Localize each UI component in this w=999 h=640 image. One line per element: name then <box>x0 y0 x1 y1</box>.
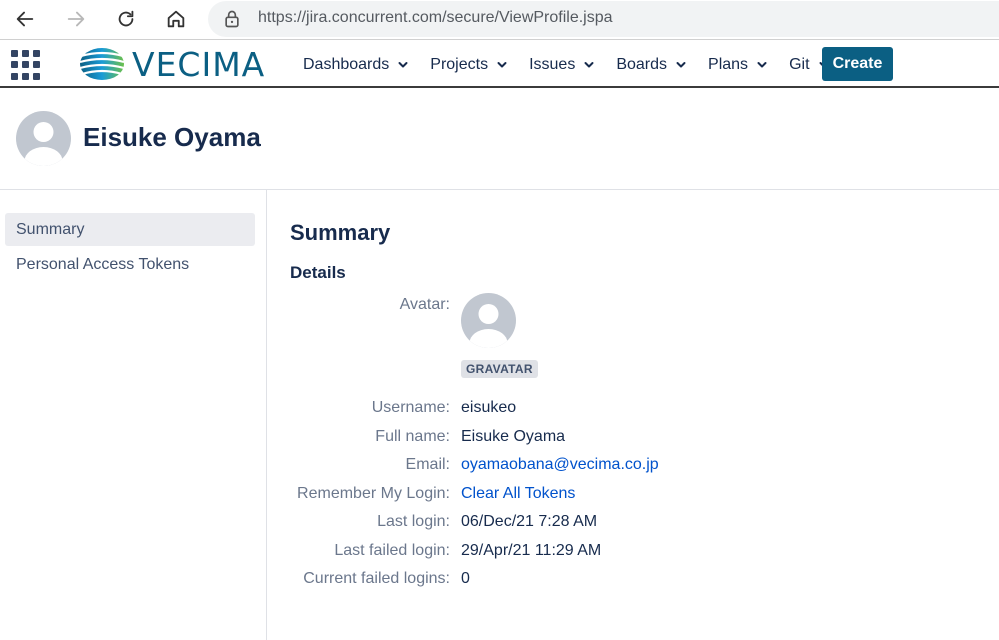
email-label: Email: <box>405 456 450 473</box>
nav-label: Issues <box>529 55 576 73</box>
sidebar-item-label: Summary <box>16 220 85 238</box>
arrow-right-icon <box>67 11 85 27</box>
last-failed-login-label: Last failed login: <box>334 542 450 559</box>
remember-login-label: Remember My Login: <box>297 485 450 502</box>
back-button[interactable] <box>9 4 41 34</box>
sidebar-item-label: Personal Access Tokens <box>16 255 190 273</box>
profile-sidebar: Summary Personal Access Tokens <box>0 190 267 640</box>
address-bar[interactable]: https://jira.concurrent.com/secure/ViewP… <box>208 1 999 37</box>
profile-name: Eisuke Oyama <box>83 122 261 152</box>
chevron-down-icon <box>676 61 686 67</box>
email-link[interactable]: oyamaobana@vecima.co.jp <box>461 456 659 474</box>
full-name-value: Eisuke Oyama <box>461 428 566 445</box>
last-login-value: 06/Dec/21 7:28 AM <box>461 513 598 530</box>
summary-panel: Summary Details Avatar: GRAVATAR Usernam… <box>290 190 990 640</box>
app-header: VECIMA Dashboards Projects Issues Boards… <box>0 41 999 88</box>
url-text[interactable]: https://jira.concurrent.com/secure/ViewP… <box>258 9 613 27</box>
forward-button[interactable] <box>60 4 92 34</box>
username-label: Username: <box>371 399 450 416</box>
create-button[interactable]: Create <box>822 47 893 81</box>
current-failed-logins-label: Current failed logins: <box>303 570 450 587</box>
reload-icon <box>118 10 134 27</box>
avatar-label: Avatar: <box>399 296 450 313</box>
clear-all-tokens-link[interactable]: Clear All Tokens <box>461 485 575 503</box>
nav-projects[interactable]: Projects <box>419 41 518 88</box>
section-heading: Details <box>290 263 346 282</box>
grid-icon[interactable] <box>11 50 41 80</box>
nav-label: Git <box>789 55 810 73</box>
main-nav: Dashboards Projects Issues Boards Plans … <box>292 41 840 88</box>
nav-label: Projects <box>430 55 489 73</box>
username-value: eisukeo <box>461 399 517 416</box>
nav-plans[interactable]: Plans <box>697 41 778 88</box>
gravatar-badge: GRAVATAR <box>461 360 538 378</box>
last-failed-login-value: 29/Apr/21 11:29 AM <box>461 542 602 559</box>
default-user-avatar-icon <box>16 111 71 166</box>
nav-dashboards[interactable]: Dashboards <box>292 41 419 88</box>
chevron-down-icon <box>584 61 594 67</box>
last-login-label: Last login: <box>377 513 450 530</box>
browser-toolbar: https://jira.concurrent.com/secure/ViewP… <box>0 0 999 40</box>
reload-button[interactable] <box>110 4 142 34</box>
nav-issues[interactable]: Issues <box>518 41 605 88</box>
logo-text: VECIMA <box>132 44 266 84</box>
full-name-label: Full name: <box>375 428 450 445</box>
sidebar-item-personal-access-tokens[interactable]: Personal Access Tokens <box>5 248 255 281</box>
nav-label: Plans <box>708 55 749 73</box>
vecima-logo-mark-icon <box>79 48 125 80</box>
arrow-left-icon <box>16 11 34 27</box>
vecima-logo[interactable]: VECIMA <box>78 44 266 84</box>
nav-label: Dashboards <box>303 55 390 73</box>
chevron-down-icon <box>757 61 767 67</box>
chevron-down-icon <box>398 61 408 67</box>
page-title: Summary <box>290 220 391 245</box>
profile-header: Eisuke Oyama <box>0 89 999 190</box>
chevron-down-icon <box>497 61 507 67</box>
home-icon <box>167 10 185 28</box>
lock-icon[interactable] <box>222 9 242 29</box>
home-button[interactable] <box>160 4 192 34</box>
sidebar-item-summary[interactable]: Summary <box>5 213 255 246</box>
default-user-avatar-icon[interactable] <box>461 293 516 348</box>
current-failed-logins-value: 0 <box>461 570 470 587</box>
nav-boards[interactable]: Boards <box>605 41 697 88</box>
nav-label: Boards <box>616 55 668 73</box>
